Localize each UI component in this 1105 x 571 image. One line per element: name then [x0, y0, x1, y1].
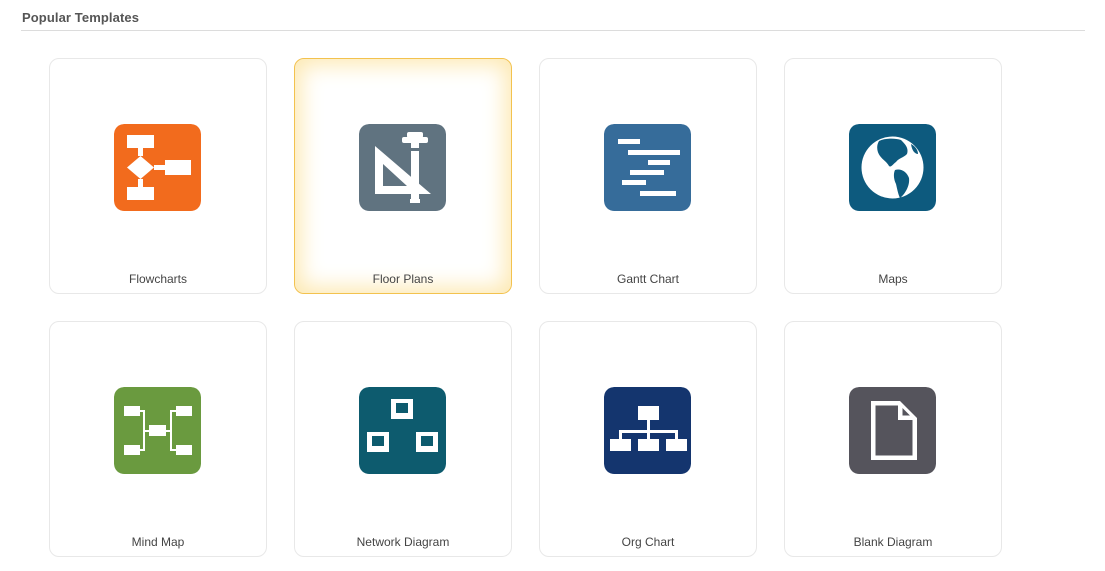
card-label-network-diagram: Network Diagram: [356, 535, 450, 549]
template-card-blank-diagram[interactable]: Blank Diagram: [784, 321, 1002, 557]
blank-document-icon: [849, 387, 936, 474]
template-card-mind-map[interactable]: Mind Map: [49, 321, 267, 557]
card-label-blank-diagram: Blank Diagram: [853, 535, 933, 549]
gantt-chart-icon: [604, 124, 691, 211]
section-divider: [21, 30, 1085, 31]
card-label-mind-map: Mind Map: [131, 535, 185, 549]
template-card-flowcharts[interactable]: Flowcharts: [49, 58, 267, 294]
template-card-network-diagram[interactable]: Network Diagram: [294, 321, 512, 557]
template-card-maps[interactable]: Maps: [784, 58, 1002, 294]
card-label-maps: Maps: [878, 272, 908, 286]
card-label-gantt-chart: Gantt Chart: [616, 272, 680, 286]
section-title: Popular Templates: [22, 10, 140, 25]
flowchart-icon: [114, 124, 201, 211]
template-card-gantt-chart[interactable]: Gantt Chart: [539, 58, 757, 294]
template-grid: Flowcharts Floor Plans Gantt Chart Maps …: [49, 58, 1002, 557]
floor-plan-icon: [359, 124, 446, 211]
network-diagram-icon: [359, 387, 446, 474]
card-label-flowcharts: Flowcharts: [128, 272, 187, 286]
card-label-org-chart: Org Chart: [621, 535, 675, 549]
template-card-org-chart[interactable]: Org Chart: [539, 321, 757, 557]
org-chart-icon: [604, 387, 691, 474]
card-label-floor-plans: Floor Plans: [372, 272, 434, 286]
template-card-floor-plans[interactable]: Floor Plans: [294, 58, 512, 294]
mind-map-icon: [114, 387, 201, 474]
globe-icon: [849, 124, 936, 211]
